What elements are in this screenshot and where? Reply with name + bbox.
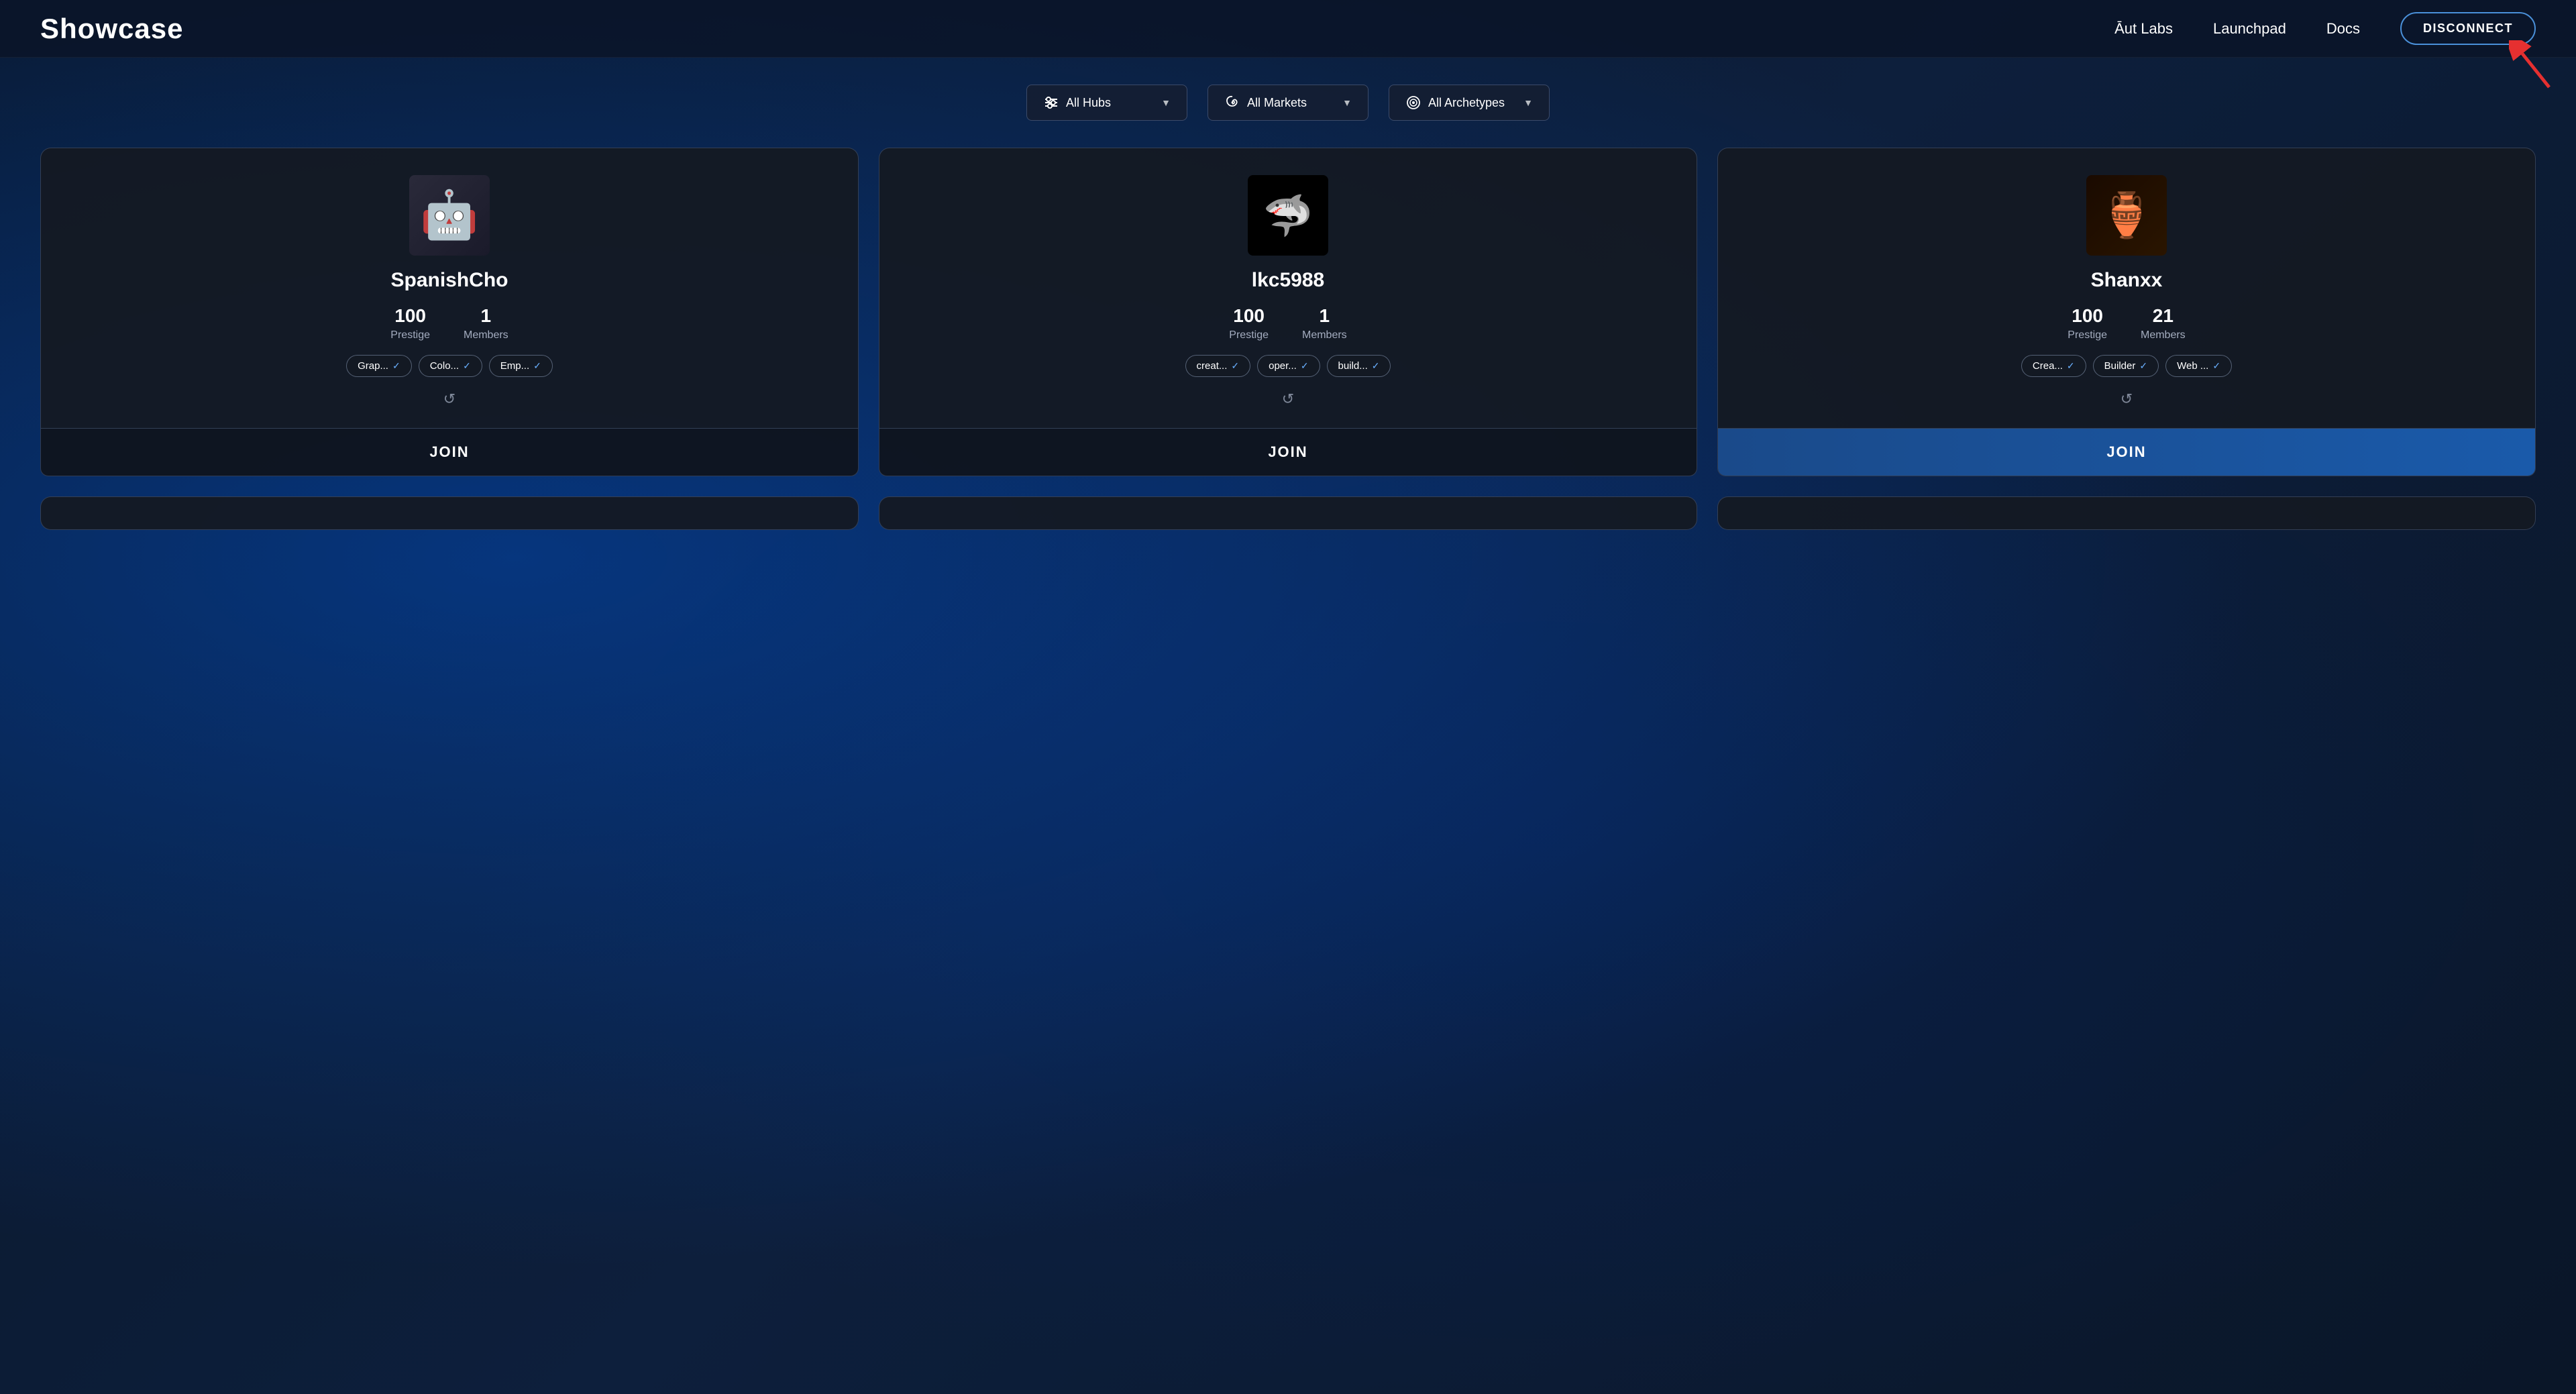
partial-cards-row [40,496,2536,530]
tags-spanishcho: Grap... ✓ Colo... ✓ Emp... ✓ [346,355,553,377]
check-icon: ✓ [392,360,400,372]
stats-spanishcho: 100 Prestige 1 Members [390,305,508,341]
check-icon: ✓ [533,360,541,372]
partial-card-1 [40,496,859,530]
app-logo: Showcase [40,13,183,45]
tag-label: oper... [1269,360,1297,372]
avatar-shanxx [2086,175,2167,256]
partial-card-3 [1717,496,2536,530]
prestige-value-lkc5988: 100 [1233,305,1265,327]
username-spanishcho: SpanishCho [390,269,508,292]
all-archetypes-dropdown[interactable]: All Archetypes ▼ [1389,85,1550,121]
all-hubs-dropdown[interactable]: All Hubs ▼ [1026,85,1187,121]
tag-label: Colo... [430,360,459,372]
join-button-spanishcho[interactable]: JOIN [41,429,858,476]
join-button-shanxx[interactable]: JOIN [1718,429,2535,476]
tag-label: Crea... [2033,360,2063,372]
members-value-shanxx: 21 [2153,305,2174,327]
nav-aut-labs[interactable]: Āut Labs [2114,20,2173,38]
card-bottom-shanxx: JOIN [1717,429,2536,476]
members-stat-shanxx: 21 Members [2141,305,2186,341]
tag-colo[interactable]: Colo... ✓ [419,355,482,377]
header: Showcase Āut Labs Launchpad Docs DISCONN… [0,0,2576,58]
tag-label: Emp... [500,360,529,372]
tag-builder[interactable]: Builder ✓ [2093,355,2159,377]
chevron-down-icon: ▼ [1161,97,1171,108]
members-stat-lkc5988: 1 Members [1302,305,1347,341]
card-wrapper-shanxx: Shanxx 100 Prestige 21 Members Crea... ✓ [1717,148,2536,476]
prestige-stat-spanishcho: 100 Prestige [390,305,430,341]
tags-shanxx: Crea... ✓ Builder ✓ Web ... ✓ [2021,355,2232,377]
members-stat-spanishcho: 1 Members [464,305,508,341]
all-hubs-label: All Hubs [1066,96,1111,110]
stats-shanxx: 100 Prestige 21 Members [2068,305,2185,341]
check-icon: ✓ [1372,360,1380,372]
tag-build[interactable]: build... ✓ [1327,355,1391,377]
prestige-label-spanishcho: Prestige [390,329,430,341]
all-archetypes-label: All Archetypes [1428,96,1505,110]
card-bottom-lkc5988: JOIN [879,429,1697,476]
tag-web[interactable]: Web ... ✓ [2165,355,2232,377]
hub-card-shanxx: Shanxx 100 Prestige 21 Members Crea... ✓ [1717,148,2536,429]
sliders-icon [1043,95,1059,111]
prestige-stat-shanxx: 100 Prestige [2068,305,2107,341]
check-icon: ✓ [2067,360,2075,372]
main-nav: Āut Labs Launchpad Docs DISCONNECT [2114,12,2536,45]
card-wrapper-spanishcho: SpanishCho 100 Prestige 1 Members Grap..… [40,148,859,476]
check-icon: ✓ [1231,360,1239,372]
members-value-spanishcho: 1 [481,305,492,327]
tag-label: Web ... [2177,360,2208,372]
username-shanxx: Shanxx [2091,269,2163,292]
tag-label: build... [1338,360,1368,372]
avatar-spanishcho [409,175,490,256]
hub-card-spanishcho: SpanishCho 100 Prestige 1 Members Grap..… [40,148,859,429]
main-content: All Hubs ▼ All Markets ▼ [0,58,2576,557]
check-icon: ✓ [2139,360,2147,372]
members-label-lkc5988: Members [1302,329,1347,341]
nav-launchpad[interactable]: Launchpad [2213,20,2286,38]
tag-label: Builder [2104,360,2136,372]
prestige-value-spanishcho: 100 [394,305,426,327]
card-wrapper-lkc5988: lkc5988 100 Prestige 1 Members creat... … [879,148,1697,476]
stats-lkc5988: 100 Prestige 1 Members [1229,305,1346,341]
partial-card-2 [879,496,1697,530]
check-icon: ✓ [2212,360,2220,372]
tag-creat[interactable]: creat... ✓ [1185,355,1251,377]
all-markets-label: All Markets [1247,96,1307,110]
prestige-label-shanxx: Prestige [2068,329,2107,341]
tag-label: creat... [1197,360,1228,372]
filter-bar: All Hubs ▼ All Markets ▼ [40,85,2536,121]
prestige-label-lkc5988: Prestige [1229,329,1269,341]
refresh-icon-lkc5988[interactable]: ↺ [1282,390,1294,408]
check-icon: ✓ [463,360,471,372]
check-icon: ✓ [1301,360,1309,372]
refresh-icon-shanxx[interactable]: ↺ [2121,390,2133,408]
hub-card-lkc5988: lkc5988 100 Prestige 1 Members creat... … [879,148,1697,429]
join-button-lkc5988[interactable]: JOIN [879,429,1697,476]
tag-emp[interactable]: Emp... ✓ [489,355,553,377]
members-label-shanxx: Members [2141,329,2186,341]
disconnect-button[interactable]: DISCONNECT [2400,12,2536,45]
tag-label: Grap... [358,360,388,372]
all-markets-dropdown[interactable]: All Markets ▼ [1208,85,1368,121]
prestige-value-shanxx: 100 [2072,305,2103,327]
nav-docs[interactable]: Docs [2326,20,2360,38]
members-label-spanishcho: Members [464,329,508,341]
tag-grap[interactable]: Grap... ✓ [346,355,412,377]
tags-lkc5988: creat... ✓ oper... ✓ build... ✓ [1185,355,1391,377]
chevron-down-icon: ▼ [1523,97,1533,108]
tag-oper[interactable]: oper... ✓ [1257,355,1320,377]
cards-grid: SpanishCho 100 Prestige 1 Members Grap..… [40,148,2536,476]
prestige-stat-lkc5988: 100 Prestige [1229,305,1269,341]
target-icon [1405,95,1421,111]
tag-crea[interactable]: Crea... ✓ [2021,355,2086,377]
card-bottom-spanishcho: JOIN [40,429,859,476]
username-lkc5988: lkc5988 [1252,269,1324,292]
refresh-icon-spanishcho[interactable]: ↺ [443,390,455,408]
spiral-icon [1224,95,1240,111]
members-value-lkc5988: 1 [1320,305,1330,327]
avatar-lkc5988 [1248,175,1328,256]
chevron-down-icon: ▼ [1342,97,1352,108]
